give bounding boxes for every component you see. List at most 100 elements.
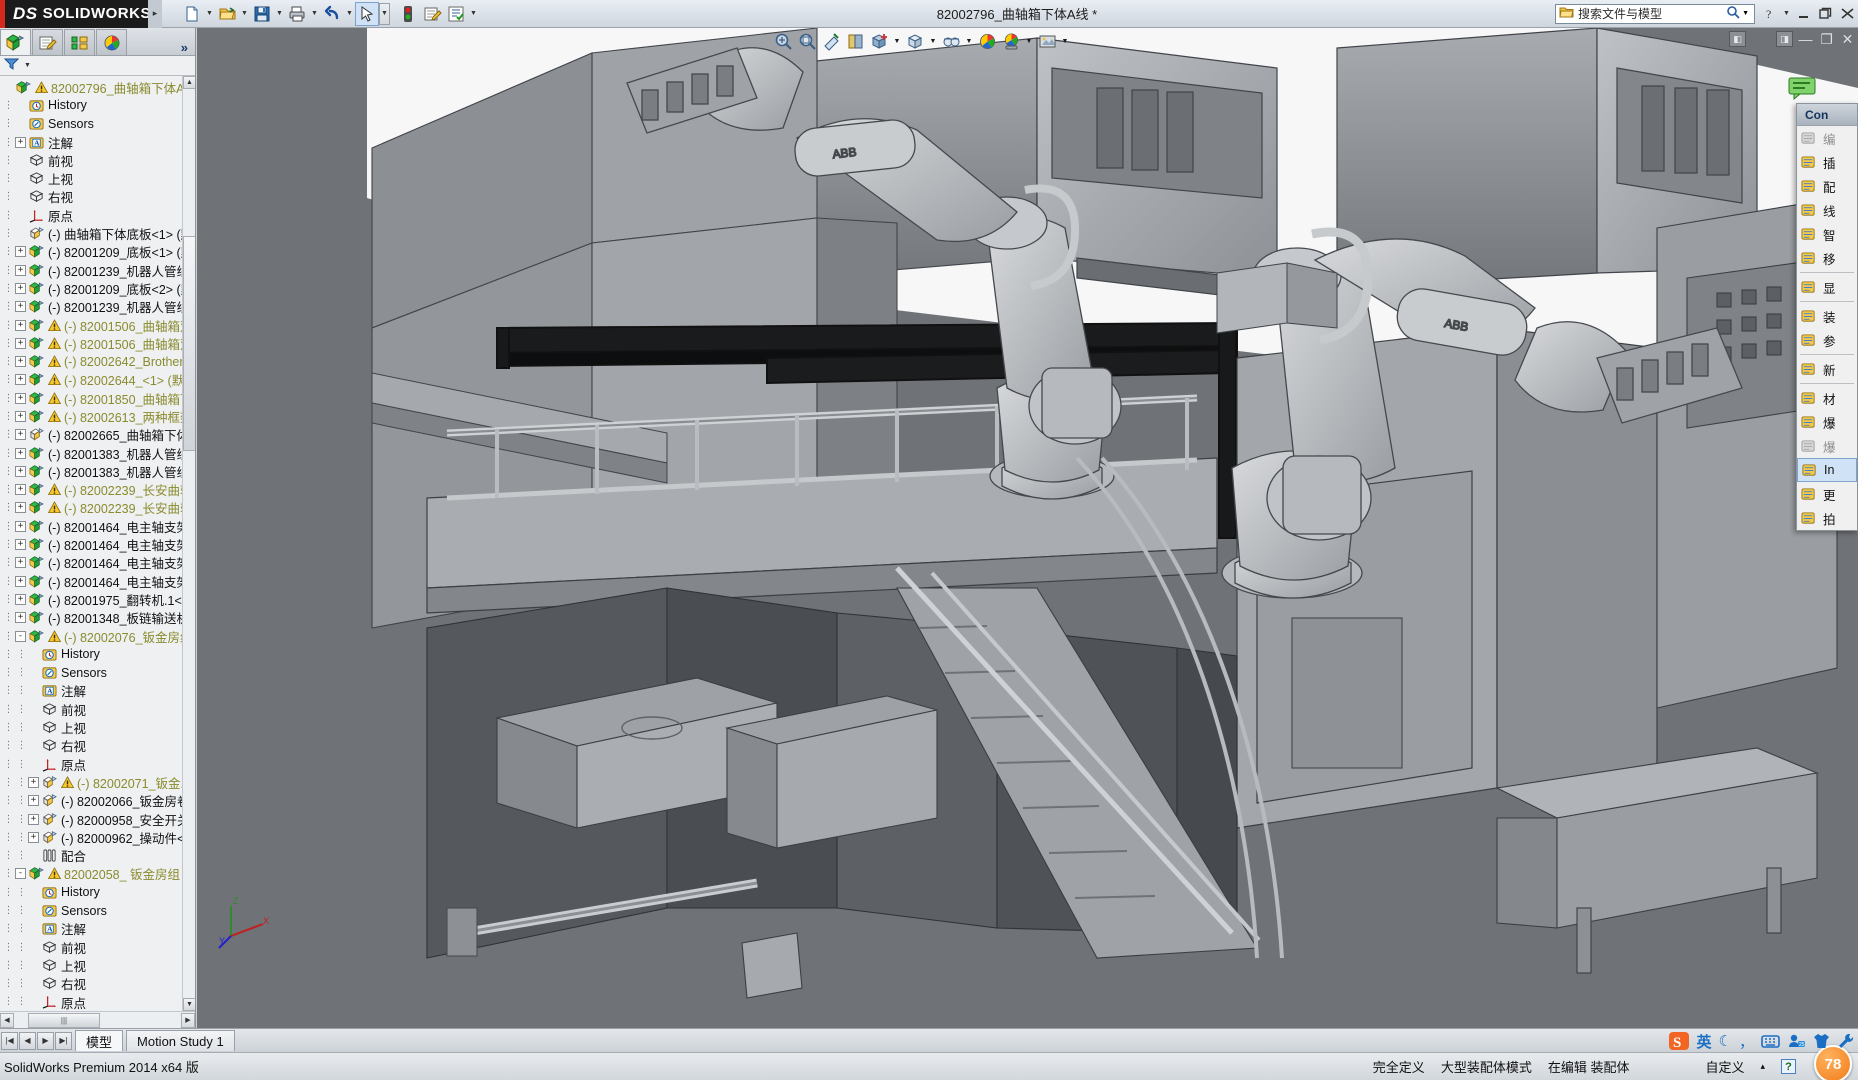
context-menu-item-update-speedpak[interactable]: 更	[1797, 482, 1857, 506]
save-caret-icon[interactable]: ▼	[274, 2, 285, 26]
filter-caret-icon[interactable]: ▼	[24, 62, 31, 69]
context-menu-item-new-motion-study[interactable]: 新	[1797, 357, 1857, 381]
view-orientation-caret-icon[interactable]: ▼	[892, 30, 902, 52]
context-menu-item-mate[interactable]: 配	[1797, 174, 1857, 198]
ime-toolbar[interactable]: S 英 ☾ ， 25	[1668, 1030, 1854, 1052]
tree-expander[interactable]: +	[15, 320, 26, 331]
context-menu-item-assembly-features[interactable]: 装	[1797, 304, 1857, 328]
tree-expander[interactable]: +	[28, 795, 39, 806]
undo-caret-icon[interactable]: ▼	[344, 2, 355, 26]
toolbox-icon[interactable]	[1837, 1033, 1854, 1049]
tree-vertical-scrollbar[interactable]: ▲ ▼	[182, 76, 195, 1011]
tree-expander[interactable]: +	[28, 814, 39, 825]
tree-item[interactable]: ⋮原点	[0, 206, 195, 224]
tree-item[interactable]: ⋮+(-) 82001239_机器人管线	[0, 298, 195, 316]
menu-expand-arrow-icon[interactable]: ▸	[148, 0, 162, 28]
viewport-window-controls[interactable]: ◧ ◨ — ❐ ✕	[1729, 31, 1856, 47]
punctuation-icon[interactable]: ，	[1739, 1031, 1754, 1052]
tree-item[interactable]: ⋮+(-) 82001209_底板<2> (默	[0, 279, 195, 297]
tree-item[interactable]: ⋮+A注解	[0, 133, 195, 151]
tree-item[interactable]: ⋮+(-) 82002642_Brother	[0, 352, 195, 370]
tree-item[interactable]: 82002796_曲轴箱下体A线	[0, 78, 195, 96]
tree-item[interactable]: ⋮Sensors	[0, 115, 195, 133]
filter-icon[interactable]	[4, 57, 19, 74]
tree-item[interactable]: ⋮⋮Sensors	[0, 901, 195, 919]
tree-expander[interactable]: +	[15, 246, 26, 257]
tree-item[interactable]: ⋮⋮History	[0, 883, 195, 901]
tree-item[interactable]: ⋮⋮前视	[0, 700, 195, 718]
status-help-icon[interactable]: ?	[1781, 1059, 1796, 1074]
tree-item[interactable]: ⋮⋮Sensors	[0, 664, 195, 682]
close-window-button[interactable]	[1836, 1, 1858, 27]
view-settings-button[interactable]	[1036, 30, 1058, 52]
view-heads-up-toolbar[interactable]: ▼ ▼ ▼ ▼ ▼	[197, 28, 1858, 54]
tree-expander[interactable]: +	[15, 576, 26, 587]
tree-item[interactable]: ⋮+(-) 82002644_<1> (默	[0, 371, 195, 389]
view-orientation-button[interactable]	[868, 30, 890, 52]
graphics-viewport[interactable]: ABB ABB	[197, 28, 1858, 1028]
search-files-models-input[interactable]: 搜索文件与模型 ▼	[1555, 4, 1755, 24]
tab-nav-next-button[interactable]: ▶	[37, 1032, 54, 1050]
context-menu-item-reference-geometry[interactable]: 参	[1797, 328, 1857, 352]
tree-item[interactable]: ⋮⋮右视	[0, 975, 195, 993]
tab-feature-manager[interactable]	[0, 29, 31, 55]
hide-show-caret-icon[interactable]: ▼	[964, 30, 974, 52]
zoom-to-fit-button[interactable]	[772, 30, 794, 52]
tree-expander[interactable]: +	[15, 356, 26, 367]
customize-label[interactable]: 自定义	[1705, 1057, 1744, 1076]
tab-display-manager[interactable]	[96, 29, 127, 55]
tree-scroll-up-button[interactable]: ▲	[183, 76, 195, 89]
tree-item[interactable]: ⋮+(-) 82001383_机器人管线	[0, 462, 195, 480]
tree-expander[interactable]: +	[15, 429, 26, 440]
maximize-subwindow-button[interactable]: ❐	[1818, 31, 1835, 47]
tree-expander[interactable]: +	[15, 265, 26, 276]
context-menu-item-exploded-view[interactable]: 爆	[1797, 410, 1857, 434]
search-caret-icon[interactable]: ▼	[1740, 10, 1751, 17]
tree-item[interactable]: ⋮⋮原点	[0, 993, 195, 1011]
open-document-caret-icon[interactable]: ▼	[239, 2, 250, 26]
close-subwindow-button[interactable]: ✕	[1839, 31, 1856, 47]
tree-item[interactable]: ⋮⋮右视	[0, 737, 195, 755]
tab-nav-prev-button[interactable]: ◀	[19, 1032, 36, 1050]
tree-expander[interactable]: +	[15, 283, 26, 294]
context-menu-item-explode-line-sketch[interactable]: 爆	[1797, 434, 1857, 458]
display-style-button[interactable]	[904, 30, 926, 52]
tree-scroll-down-button[interactable]: ▼	[183, 998, 195, 1011]
tree-expander[interactable]: +	[15, 393, 26, 404]
print-button[interactable]	[285, 2, 309, 26]
select-tool-button[interactable]	[355, 2, 379, 26]
tree-expander[interactable]: +	[15, 557, 26, 568]
tree-item[interactable]: ⋮⋮上视	[0, 718, 195, 736]
tree-filter-bar[interactable]: ▼	[0, 56, 195, 76]
help-button[interactable]: ?	[1759, 1, 1781, 27]
help-caret-icon[interactable]: ▼	[1781, 2, 1792, 26]
tree-expander[interactable]: +	[15, 594, 26, 605]
tree-item[interactable]: ⋮⋮+(-) 82002071_钣金.	[0, 773, 195, 791]
feature-tree[interactable]: 82002796_曲轴箱下体A线⋮History⋮Sensors⋮+A注解⋮前视…	[0, 76, 195, 1011]
tree-item[interactable]: ⋮-(-) 82002076_钣金房组	[0, 627, 195, 645]
tree-item[interactable]: ⋮⋮+(-) 82000958_安全开关	[0, 810, 195, 828]
context-menu-item-instant3d[interactable]: In	[1797, 458, 1857, 482]
tree-item[interactable]: ⋮+(-) 82001975_翻转机.1<1	[0, 590, 195, 608]
tree-item[interactable]: ⋮+(-) 82001239_机器人管线	[0, 261, 195, 279]
tree-expander[interactable]: +	[15, 466, 26, 477]
context-menu-item-take-snapshot[interactable]: 拍	[1797, 506, 1857, 530]
tree-hscroll-thumb[interactable]: |||	[28, 1013, 100, 1028]
tree-item[interactable]: ⋮History	[0, 96, 195, 114]
tree-expander[interactable]: +	[15, 612, 26, 623]
tree-expander[interactable]: +	[15, 502, 26, 513]
tree-item[interactable]: ⋮+(-) 82002239_长安曲轴	[0, 499, 195, 517]
tree-item[interactable]: ⋮+(-) 82001464_电主轴支架	[0, 535, 195, 553]
tree-scroll-right-button[interactable]: ▶	[181, 1013, 195, 1028]
moon-icon[interactable]: ☾	[1719, 1032, 1732, 1050]
tree-item[interactable]: ⋮⋮+(-) 82000962_操动件<	[0, 828, 195, 846]
document-properties-button[interactable]	[420, 2, 444, 26]
tree-item[interactable]: ⋮⋮A注解	[0, 920, 195, 938]
minimize-subwindow-button[interactable]: —	[1797, 31, 1814, 47]
collapse-pane-left-button[interactable]: ◧	[1729, 31, 1746, 47]
tab-property-manager[interactable]	[32, 29, 63, 55]
restore-window-button[interactable]	[1814, 1, 1836, 27]
section-view-button[interactable]	[844, 30, 866, 52]
tree-expander[interactable]: +	[28, 777, 39, 788]
tab-model[interactable]: 模型	[75, 1030, 123, 1051]
